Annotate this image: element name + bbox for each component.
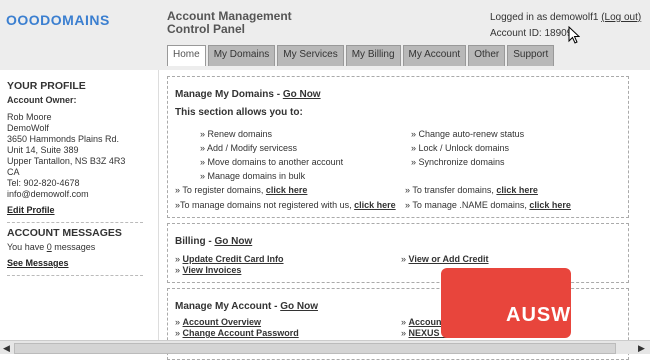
change-password-link[interactable]: Change Account Password — [183, 328, 299, 338]
watermark-text: AUSWEB — [506, 304, 601, 326]
account-heading: Manage My Account - Go Now — [175, 301, 318, 312]
sidebar: YOUR PROFILE Account Owner: Rob Moore De… — [0, 70, 150, 350]
billing-links-right: » View or Add Credit — [401, 254, 489, 264]
owner-address: Rob Moore DemoWolf 3650 Hammonds Plains … — [7, 112, 126, 199]
messages-heading: ACCOUNT MESSAGES — [7, 227, 122, 239]
account-links-left: » Account Overview » Change Account Pass… — [175, 317, 299, 338]
tab-home[interactable]: Home — [167, 45, 206, 66]
transfer-link[interactable]: click here — [496, 185, 538, 195]
domains-intro: This section allows you to: — [175, 107, 303, 118]
tab-my-services[interactable]: My Services — [277, 45, 344, 66]
update-credit-card-link[interactable]: Update Credit Card Info — [183, 254, 284, 264]
billing-go-link[interactable]: Go Now — [214, 236, 252, 247]
page-title: Account Management Control Panel — [167, 9, 292, 36]
owner-label: Account Owner: — [7, 95, 77, 105]
scrollbar-thumb[interactable] — [14, 343, 616, 354]
tab-my-account[interactable]: My Account — [402, 45, 467, 66]
tab-my-billing[interactable]: My Billing — [345, 45, 401, 66]
domains-heading: Manage My Domains - Go Now — [175, 89, 321, 100]
domains-box: Manage My Domains - Go Now This section … — [167, 76, 629, 218]
divider — [7, 222, 143, 223]
tab-support[interactable]: Support — [507, 45, 555, 66]
see-messages-link[interactable]: See Messages — [7, 258, 69, 268]
tab-bar: Home My Domains My Services My Billing M… — [167, 45, 556, 66]
top-bar: OOODOMAINS Account Management Control Pa… — [0, 0, 650, 70]
manage-other-link[interactable]: click here — [354, 200, 396, 210]
watermark-badge — [441, 268, 571, 338]
profile-heading: YOUR PROFILE — [7, 80, 86, 92]
account-go-link[interactable]: Go Now — [280, 301, 318, 312]
manage-name-row: » To manage .NAME domains, click here — [405, 200, 571, 210]
logo[interactable]: OOODOMAINS — [6, 12, 110, 28]
scroll-right-icon[interactable]: ▶ — [638, 343, 645, 354]
messages-text: You have 0 messages — [7, 242, 96, 252]
domains-left-list: » Renew domains » Add / Modify servicess… — [200, 129, 344, 181]
edit-profile-link[interactable]: Edit Profile — [7, 205, 55, 215]
billing-links-left: » Update Credit Card Info » View Invoice… — [175, 254, 284, 275]
divider — [7, 275, 143, 276]
tab-other[interactable]: Other — [468, 45, 506, 66]
account-overview-link[interactable]: Account Overview — [183, 317, 262, 327]
manage-other-row: »To manage domains not registered with u… — [175, 200, 396, 210]
horizontal-scrollbar[interactable]: ◀ ▶ — [0, 340, 650, 354]
billing-heading: Billing - Go Now — [175, 236, 253, 247]
login-status: Logged in as demowolf1 (Log out) — [490, 12, 642, 23]
manage-name-link[interactable]: click here — [529, 200, 571, 210]
logout-link[interactable]: (Log out) — [601, 12, 641, 23]
scroll-left-icon[interactable]: ◀ — [3, 343, 10, 354]
domains-right-list: » Change auto-renew status » Lock / Unlo… — [411, 129, 525, 167]
view-invoices-link[interactable]: View Invoices — [183, 265, 242, 275]
register-link[interactable]: click here — [266, 185, 308, 195]
mouse-cursor-icon — [568, 26, 580, 44]
transfer-row: » To transfer domains, click here — [405, 185, 538, 195]
domains-go-link[interactable]: Go Now — [283, 89, 321, 100]
view-add-credit-link[interactable]: View or Add Credit — [409, 254, 489, 264]
account-id: Account ID: 18909 — [490, 28, 573, 39]
register-row: » To register domains, click here — [175, 185, 308, 195]
tab-my-domains[interactable]: My Domains — [207, 45, 276, 66]
